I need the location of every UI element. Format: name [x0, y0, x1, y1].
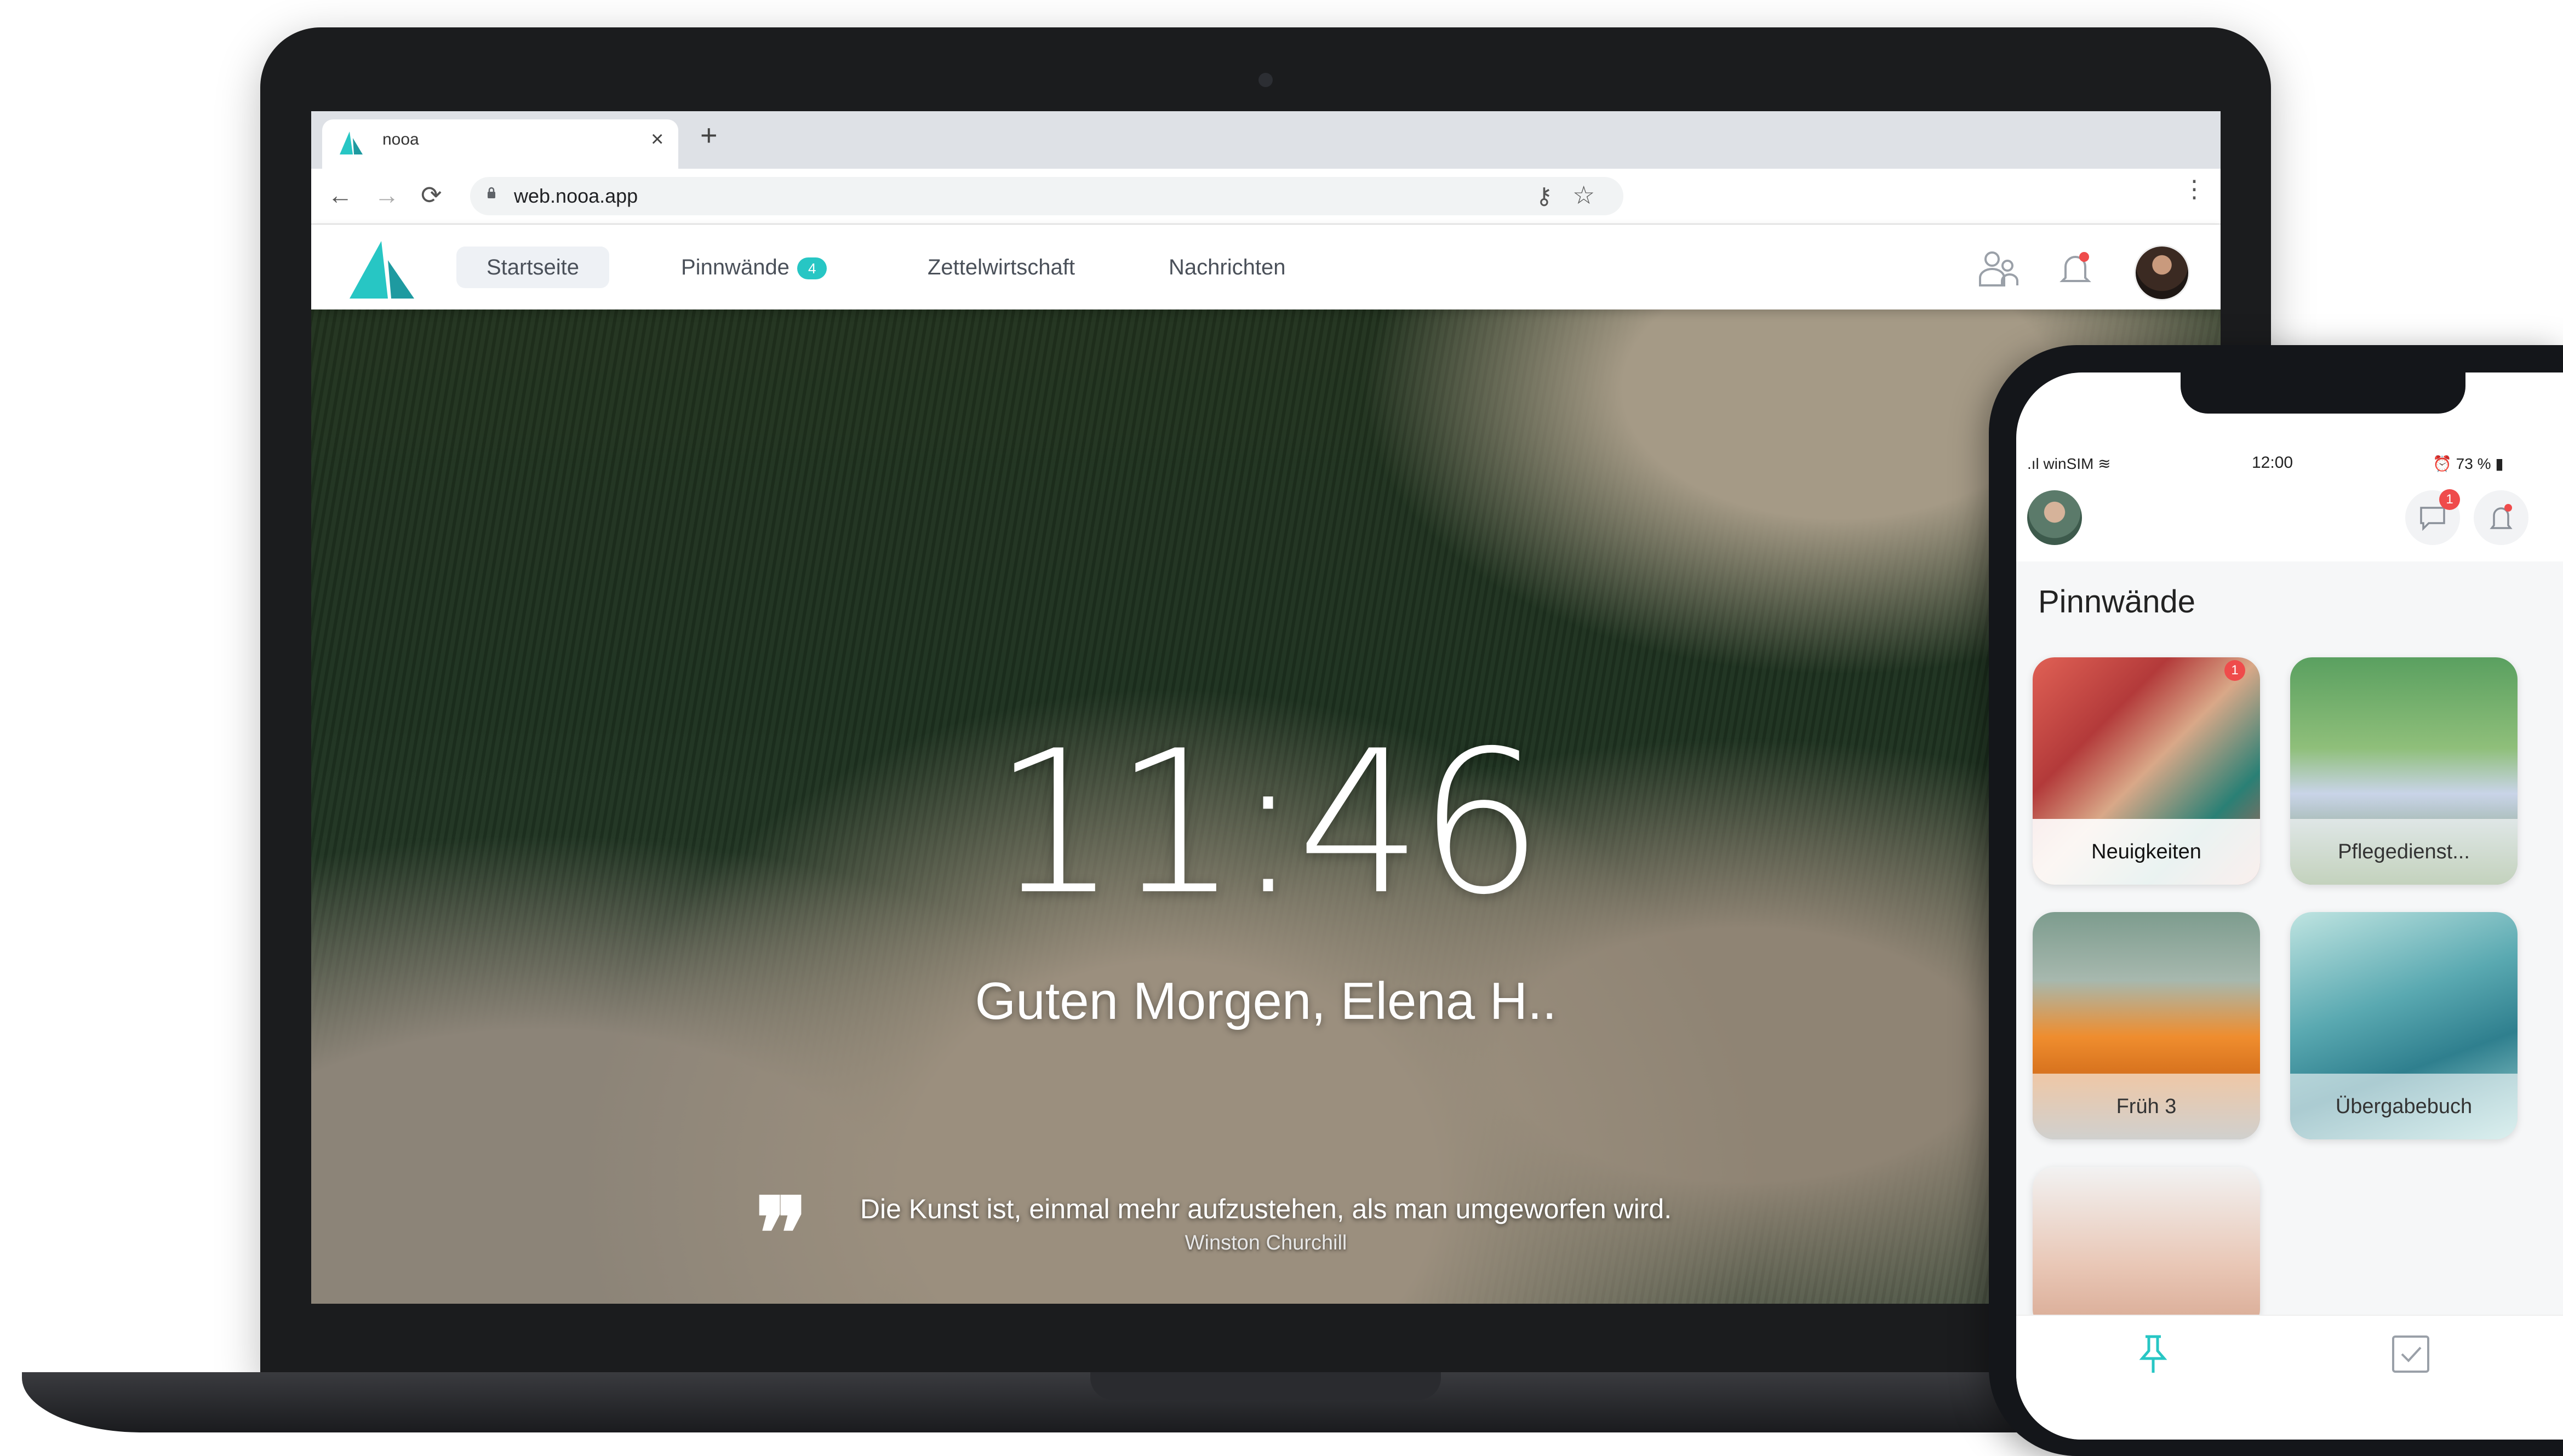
close-icon[interactable]: × [651, 127, 663, 152]
board-card-partial[interactable] [2033, 1167, 2260, 1331]
nav-label: Nachrichten [1169, 255, 1286, 279]
phone-bell-button[interactable] [2474, 490, 2528, 545]
chat-bubble-icon [2420, 507, 2445, 531]
nav-label: Startseite [487, 255, 579, 279]
nav-startseite[interactable]: Startseite [456, 247, 609, 288]
card-badge: 1 [2224, 660, 2245, 681]
card-label: Übergabebuch [2290, 1074, 2518, 1139]
browser-tab[interactable]: nooa × [322, 119, 678, 169]
browser-tabbar: nooa × + [311, 111, 2221, 169]
bell-icon[interactable] [2053, 249, 2097, 288]
board-card-uebergabebuch[interactable]: Übergabebuch [2290, 912, 2518, 1139]
phone-tabbar [2016, 1315, 2563, 1440]
nav-label: Pinnwände [681, 255, 790, 279]
count-badge: 4 [797, 257, 827, 280]
nooa-logo-icon [340, 131, 363, 154]
board-card-neuigkeiten[interactable]: 1 Neuigkeiten [2033, 657, 2260, 885]
status-time: 12:00 [2252, 454, 2293, 472]
status-carrier: .ıl winSIM ≋ [2027, 455, 2111, 472]
nooa-logo[interactable] [350, 241, 415, 299]
user-avatar[interactable] [2134, 245, 2190, 301]
nav-nachrichten[interactable]: Nachrichten [1139, 247, 1315, 288]
quote-text: Die Kunst ist, einmal mehr aufzustehen, … [860, 1194, 1672, 1224]
bell-icon [2490, 504, 2513, 529]
pin-icon[interactable] [2131, 1332, 2175, 1376]
forward-icon[interactable]: → [374, 179, 399, 211]
back-icon[interactable]: ← [328, 179, 353, 211]
board-card-frueh-3[interactable]: Früh 3 [2033, 912, 2260, 1139]
app-header: Startseite Pinnwände 4 Zettelwirtschaft N… [311, 225, 2221, 309]
browser-menu-icon[interactable]: ⋮ [2182, 175, 2206, 203]
checkbox-icon[interactable] [2389, 1332, 2433, 1376]
laptop-screen: nooa × + ← → ⟳ web.nooa.app ⚷ ☆ ⋮ Starts… [311, 111, 2221, 1304]
phone-notch [2181, 372, 2465, 414]
nav-label: Zettelwirtschaft [928, 255, 1075, 279]
key-icon[interactable]: ⚷ [1536, 182, 1553, 209]
chat-badge: 1 [2439, 489, 2460, 510]
star-icon[interactable]: ☆ [1572, 180, 1595, 210]
nav-pinnwaende[interactable]: Pinnwände 4 [651, 247, 827, 288]
card-label: Pflegedienst... [2290, 819, 2518, 885]
camera-icon [1258, 73, 1273, 87]
users-icon[interactable] [1977, 249, 2021, 288]
reload-icon[interactable]: ⟳ [421, 179, 442, 211]
card-label: Früh 3 [2033, 1074, 2260, 1139]
tab-title: nooa [382, 130, 419, 148]
phone-screen: .ıl winSIM ≋ 12:00 ⏰ 73 % ▮ 1 Pinnwände … [2016, 372, 2563, 1440]
new-tab-button[interactable]: + [700, 119, 718, 152]
phone-user-avatar[interactable] [2027, 490, 2082, 545]
quote-author: Winston Churchill [1185, 1231, 1347, 1254]
board-card-pflegedienst[interactable]: Pflegedienst... [2290, 657, 2518, 885]
status-battery: ⏰ 73 % ▮ [2433, 455, 2504, 472]
boards-heading: Pinnwände [2038, 584, 2195, 620]
clock: 11:46 [992, 708, 1543, 938]
address-bar[interactable]: web.nooa.app ⚷ ☆ [470, 177, 1623, 215]
browser-toolbar: ← → ⟳ web.nooa.app ⚷ ☆ ⋮ [311, 169, 2221, 225]
url-text: web.nooa.app [514, 185, 638, 207]
greeting: Guten Morgen, Elena H.. [975, 972, 1557, 1030]
chat-icon[interactable]: 1 [2405, 489, 2460, 545]
nav-zettelwirtschaft[interactable]: Zettelwirtschaft [897, 247, 1105, 288]
laptop-notch [1090, 1372, 1441, 1400]
card-label: Neuigkeiten [2033, 819, 2260, 885]
lock-icon [488, 187, 495, 198]
